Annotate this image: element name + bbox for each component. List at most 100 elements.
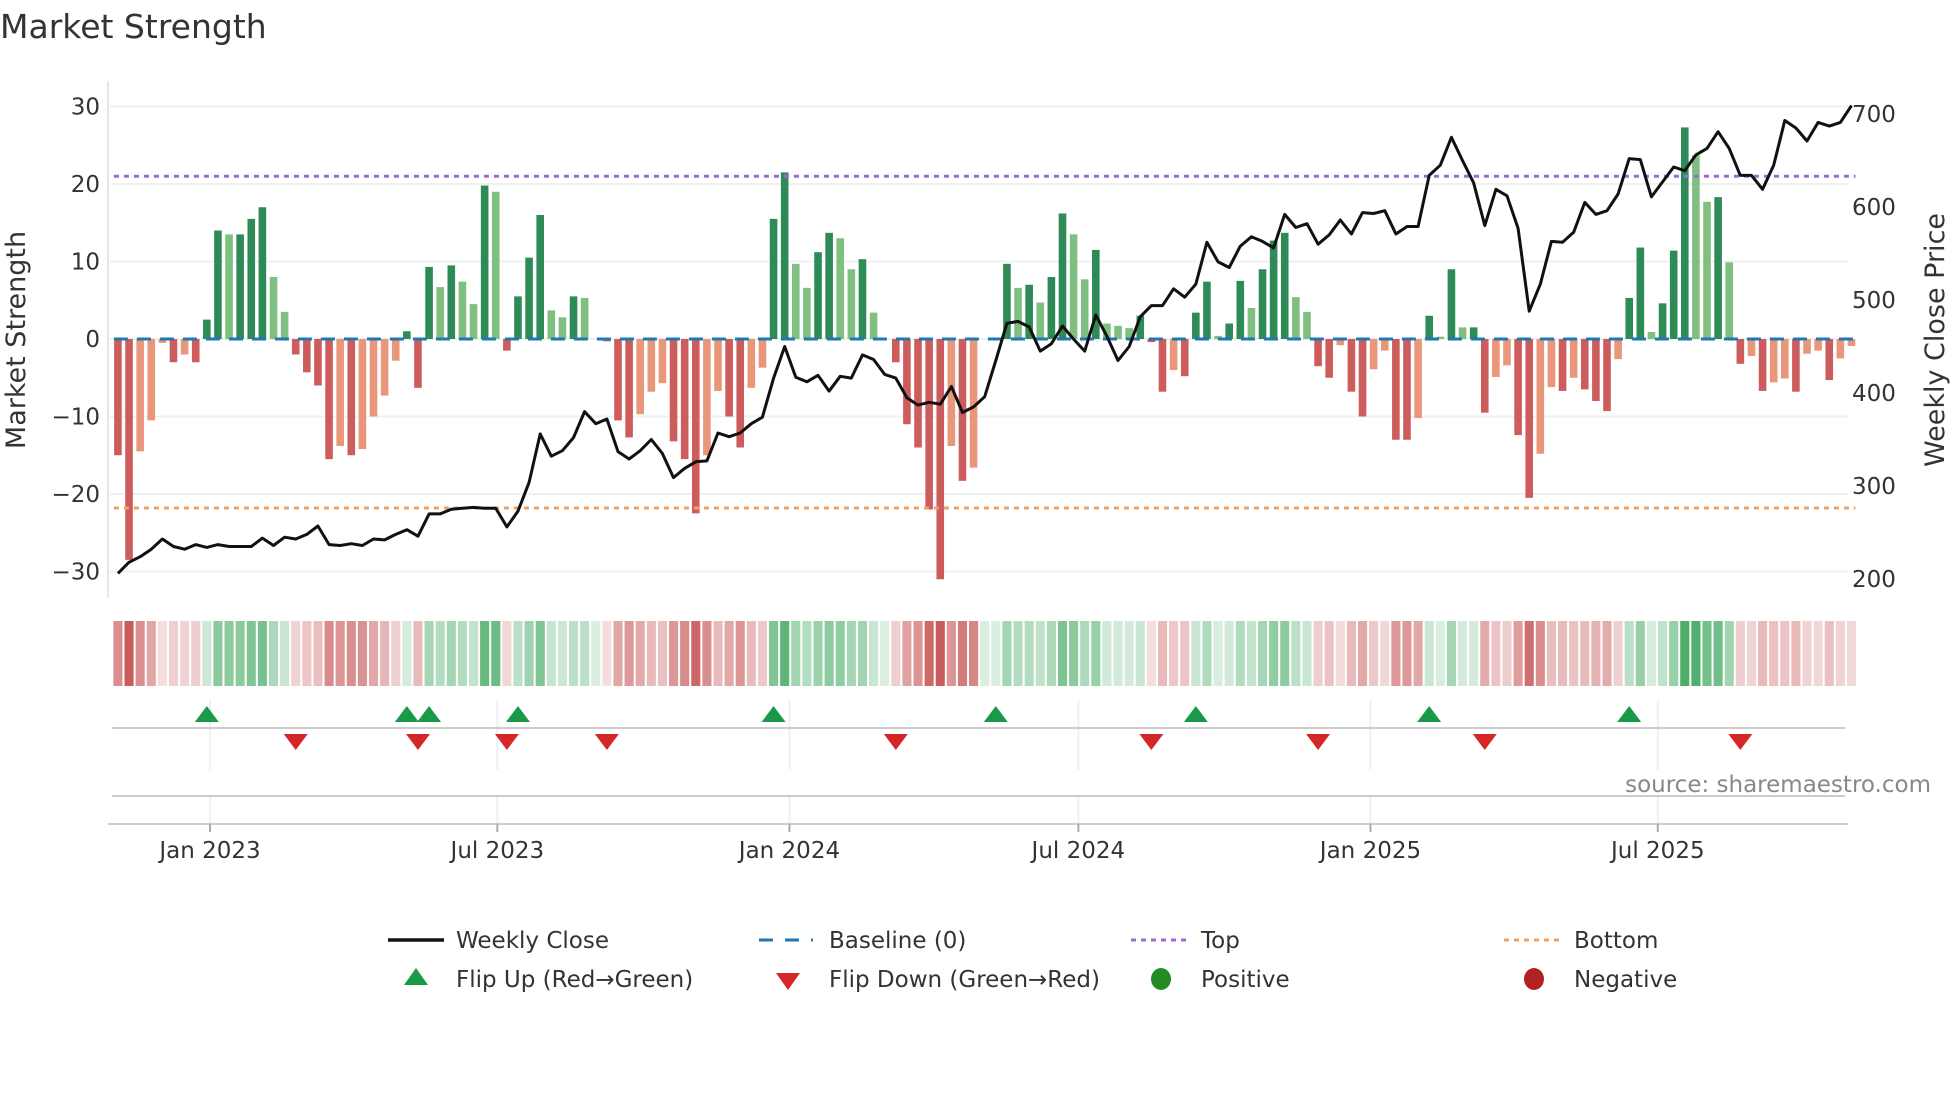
negative-bar [325, 339, 333, 460]
heat-cell [1713, 621, 1723, 686]
heat-cell [580, 621, 590, 686]
negative-bar [369, 339, 378, 417]
positive-bar [1236, 280, 1245, 339]
negative-bar [1781, 339, 1789, 379]
positive-bar [1247, 308, 1256, 339]
heat-cell [1369, 621, 1379, 686]
heat-cell [1580, 621, 1590, 686]
heat-cell [802, 621, 812, 686]
heat-cell [124, 621, 134, 686]
negative-bar [503, 339, 511, 351]
heat-cell [1435, 621, 1445, 686]
legend-item-weekly-close[interactable]: Weekly Close [388, 928, 609, 954]
x-tick-label: Jan 2025 [1318, 838, 1421, 864]
right-axis-label: Weekly Close Price [1920, 213, 1951, 467]
negative-bar [380, 339, 389, 396]
heat-cell [1357, 621, 1368, 686]
positive-bar [1269, 240, 1278, 339]
heat-cell [757, 621, 768, 686]
heat-cell [924, 621, 934, 686]
heat-cell [1180, 621, 1190, 686]
legend-item-flip-down[interactable]: Flip Down (Green→Red) [776, 967, 1100, 993]
heat-cell [1235, 621, 1245, 686]
y2-tick-label: 700 [1852, 102, 1896, 128]
heat-cell [446, 621, 456, 686]
heat-cell [780, 621, 790, 686]
legend-label: Negative [1574, 967, 1677, 993]
flip-down-marker [283, 734, 308, 750]
heat-cell [1591, 621, 1601, 686]
negative-bar [925, 339, 933, 510]
heat-cell [391, 621, 401, 686]
heat-cell [513, 621, 523, 686]
heat-cell [146, 621, 156, 686]
legend-item-top[interactable]: Top [1131, 928, 1240, 954]
heat-cell [380, 621, 390, 686]
negative-bar [647, 339, 656, 392]
heat-cell [1557, 621, 1568, 686]
heat-cell [191, 621, 201, 686]
heat-cell [291, 621, 301, 686]
positive-bar [1725, 262, 1734, 339]
heat-cell [268, 621, 279, 686]
heat-cell [1246, 621, 1256, 686]
flip-up-marker [1183, 706, 1208, 722]
heat-cell [824, 621, 834, 686]
legend-item-negative[interactable]: Negative [1524, 967, 1677, 993]
legend-item-baseline[interactable]: Baseline (0) [759, 928, 966, 954]
heat-cell [769, 621, 779, 686]
x-axis-ticks: Jan 2023 Jul 2023 Jan 2024 Jul 2024 Jan 2025… [157, 824, 1705, 864]
positive-bar [1192, 312, 1200, 339]
heat-cell [1346, 621, 1356, 686]
heat-cell [980, 621, 990, 686]
x-tick-label: Jul 2024 [1030, 838, 1126, 864]
y-tick-label: 20 [71, 172, 100, 198]
heat-cell [746, 621, 756, 686]
heat-cell [735, 621, 745, 686]
positive-bar [1303, 311, 1311, 339]
strength-heat-strip [113, 621, 1857, 686]
heat-cell [280, 621, 290, 686]
heat-cell [335, 621, 345, 686]
heat-cell [813, 621, 823, 686]
negative-bar [1547, 339, 1556, 388]
y-tick-label: −30 [51, 560, 100, 586]
source-note: source: sharemaestro.com [1625, 772, 1931, 798]
flip-up-marker [194, 706, 219, 722]
heat-cell [1502, 621, 1512, 686]
heat-cell [502, 621, 512, 686]
heat-cell [357, 621, 367, 686]
negative-bar [1792, 339, 1800, 392]
heat-cell [913, 621, 923, 686]
heat-cell [946, 621, 956, 686]
heat-cell [969, 621, 979, 686]
heat-cell [1124, 621, 1134, 686]
heat-cell [480, 621, 490, 686]
legend-item-positive[interactable]: Positive [1151, 967, 1290, 993]
flip-down-marker [1139, 734, 1164, 750]
heat-cell [1113, 621, 1123, 686]
legend-item-bottom[interactable]: Bottom [1504, 928, 1658, 954]
positive-dot-icon [1151, 968, 1171, 990]
y-tick-label: 0 [85, 327, 100, 353]
y2-tick-label: 300 [1852, 474, 1896, 500]
heat-cell [1480, 621, 1490, 686]
positive-bar [1647, 332, 1656, 339]
positive-bar [280, 311, 289, 339]
legend-item-flip-up[interactable]: Flip Up (Red→Green) [404, 967, 693, 993]
triangle-up-icon [404, 968, 428, 985]
y-tick-label: 30 [71, 95, 100, 121]
heat-cell [535, 621, 545, 686]
heat-cell [435, 621, 445, 686]
negative-bar [136, 339, 144, 452]
positive-bar [769, 218, 778, 339]
negative-bar [1158, 339, 1167, 392]
heat-cell [1302, 621, 1312, 686]
heat-cell [1735, 621, 1745, 686]
positive-bar [403, 331, 411, 339]
x-tick-label: Jan 2023 [157, 838, 260, 864]
positive-bar [803, 287, 811, 339]
positive-bar [469, 304, 478, 339]
positive-bar [236, 234, 244, 339]
negative-bar [1380, 339, 1389, 351]
